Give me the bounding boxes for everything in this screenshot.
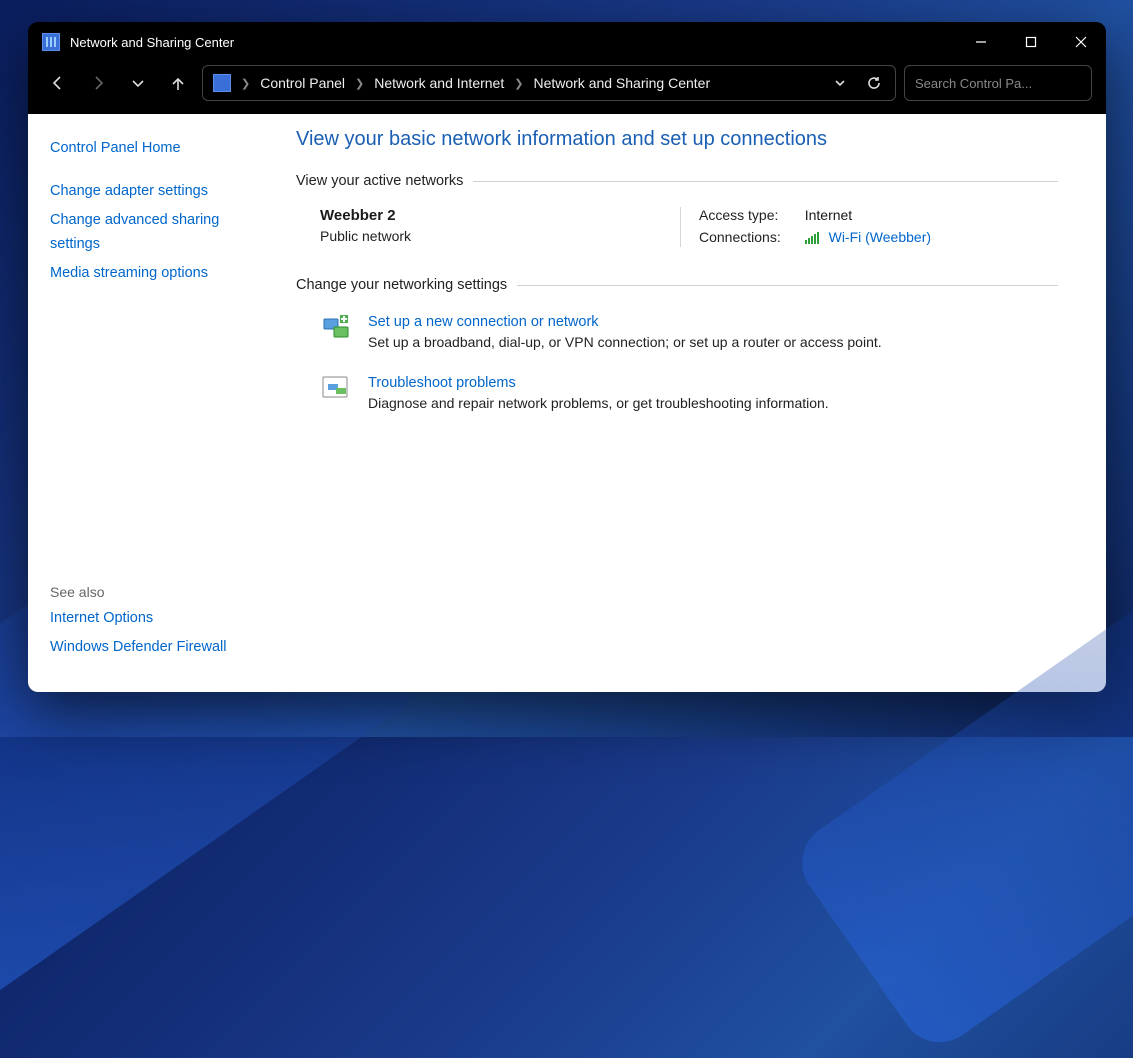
nav-row: ❯ Control Panel ❯ Network and Internet ❯… — [28, 62, 1106, 114]
active-networks-section: View your active networks — [296, 173, 1058, 189]
troubleshoot-icon — [320, 374, 354, 408]
connections-label: Connections: — [699, 229, 781, 247]
window: Network and Sharing Center ❯ Control Pan… — [28, 22, 1106, 692]
setup-connection-icon — [320, 313, 354, 347]
task-link-setup[interactable]: Set up a new connection or network — [368, 314, 599, 330]
page-heading: View your basic network information and … — [296, 128, 1058, 151]
network-type: Public network — [320, 228, 680, 244]
task-troubleshoot: Troubleshoot problems Diagnose and repai… — [296, 368, 1058, 429]
minimize-button[interactable] — [956, 22, 1006, 62]
back-button[interactable] — [42, 67, 74, 99]
sidebar: Control Panel Home Change adapter settin… — [28, 114, 268, 692]
main-panel: View your basic network information and … — [268, 114, 1106, 692]
active-network: Weebber 2 Public network Access type: In… — [296, 203, 1058, 271]
address-history-dropdown[interactable] — [825, 68, 855, 98]
sidebar-link-media-streaming[interactable]: Media streaming options — [50, 259, 246, 288]
app-icon — [42, 33, 60, 51]
connection-link[interactable]: Wi-Fi (Weebber) — [829, 229, 931, 245]
breadcrumb-network-sharing[interactable]: Network and Sharing Center — [529, 73, 714, 93]
chevron-right-icon: ❯ — [353, 77, 366, 90]
sidebar-link-firewall[interactable]: Windows Defender Firewall — [50, 633, 246, 662]
search-input[interactable] — [915, 76, 1091, 91]
window-title: Network and Sharing Center — [70, 35, 234, 50]
breadcrumb-network-internet[interactable]: Network and Internet — [370, 73, 508, 93]
see-also-label: See also — [50, 584, 246, 600]
wifi-signal-icon — [805, 231, 821, 247]
breadcrumb-control-panel[interactable]: Control Panel — [256, 73, 349, 93]
access-type-label: Access type: — [699, 207, 781, 223]
task-setup-connection: Set up a new connection or network Set u… — [296, 307, 1058, 368]
recent-dropdown[interactable] — [122, 67, 154, 99]
task-link-troubleshoot[interactable]: Troubleshoot problems — [368, 375, 516, 391]
sidebar-link-internet-options[interactable]: Internet Options — [50, 604, 246, 633]
sidebar-link-home[interactable]: Control Panel Home — [50, 134, 246, 163]
change-settings-section: Change your networking settings — [296, 277, 1058, 293]
close-button[interactable] — [1056, 22, 1106, 62]
sidebar-link-advanced-sharing[interactable]: Change advanced sharing settings — [50, 206, 246, 258]
location-icon — [213, 74, 231, 92]
up-button[interactable] — [162, 67, 194, 99]
address-bar[interactable]: ❯ Control Panel ❯ Network and Internet ❯… — [202, 65, 896, 101]
content: Control Panel Home Change adapter settin… — [28, 114, 1106, 692]
forward-button[interactable] — [82, 67, 114, 99]
maximize-button[interactable] — [1006, 22, 1056, 62]
chevron-right-icon: ❯ — [239, 77, 252, 90]
titlebar: Network and Sharing Center — [28, 22, 1106, 62]
task-desc-setup: Set up a broadband, dial-up, or VPN conn… — [368, 334, 882, 350]
sidebar-link-adapter[interactable]: Change adapter settings — [50, 177, 246, 206]
search-box[interactable] — [904, 65, 1092, 101]
network-name: Weebber 2 — [320, 207, 680, 224]
chevron-right-icon: ❯ — [512, 77, 525, 90]
refresh-button[interactable] — [859, 68, 889, 98]
access-type-value: Internet — [805, 207, 931, 223]
task-desc-troubleshoot: Diagnose and repair network problems, or… — [368, 395, 829, 411]
